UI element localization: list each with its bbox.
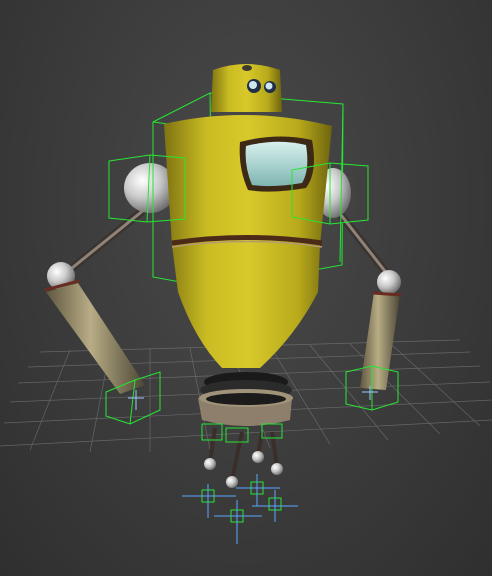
left-forearm[interactable]: [46, 283, 145, 394]
leg-joints[interactable]: [204, 451, 283, 488]
visor-glass: [245, 141, 308, 187]
robot-body[interactable]: [164, 114, 332, 368]
robot-head[interactable]: [211, 64, 282, 112]
robot-legs[interactable]: [208, 427, 279, 481]
scene-canvas[interactable]: [0, 0, 492, 576]
right-arm[interactable]: [333, 206, 402, 390]
3d-viewport[interactable]: [0, 0, 492, 576]
right-elbow-joint[interactable]: [377, 270, 401, 294]
robot-base[interactable]: [198, 372, 293, 426]
right-forearm[interactable]: [360, 292, 400, 390]
